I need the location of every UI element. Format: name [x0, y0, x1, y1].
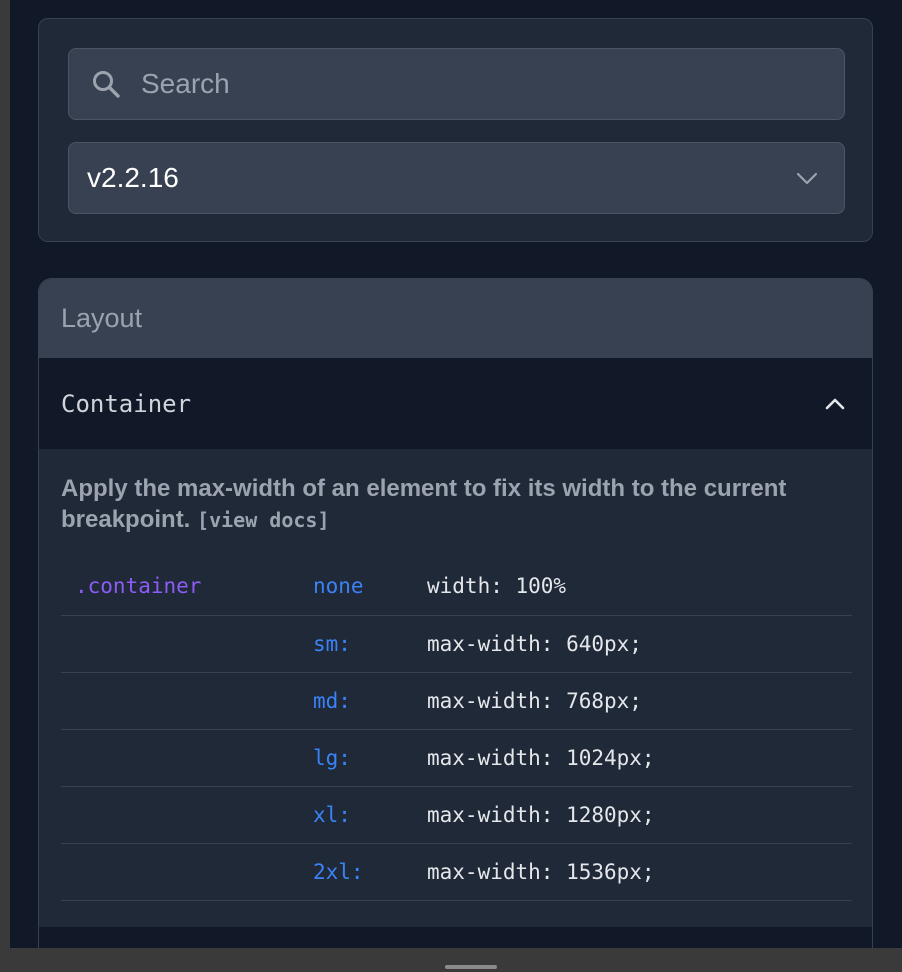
version-select[interactable]: v2.2.16 — [68, 142, 845, 214]
class-name-cell — [61, 786, 313, 843]
container-accordion-toggle[interactable]: Container — [39, 358, 872, 449]
search-box[interactable] — [68, 48, 845, 120]
description-text: Apply the max-width of an element to fix… — [61, 475, 787, 533]
chevron-up-icon — [822, 391, 848, 417]
breakpoint-cell: xl: — [313, 802, 351, 827]
class-name-cell — [61, 615, 313, 672]
table-row: lg: max-width: 1024px; — [61, 729, 852, 786]
section-header: Layout — [39, 279, 872, 358]
table-row: 2xl: max-width: 1536px; — [61, 843, 852, 900]
breakpoint-cell: none — [313, 574, 364, 599]
search-input[interactable] — [139, 67, 823, 101]
next-accordion-header[interactable] — [39, 927, 872, 948]
property-cell: max-width: 1024px; — [427, 745, 655, 770]
table-row: xl: max-width: 1280px; — [61, 786, 852, 843]
class-name-cell — [61, 672, 313, 729]
section-title: Layout — [61, 303, 143, 333]
cheatsheet-page: v2.2.16 Layout Container Apply the max-w… — [10, 0, 902, 948]
search-icon — [91, 69, 121, 99]
breakpoint-cell: md: — [313, 688, 351, 713]
class-table: .container none width: 100% sm: max-widt… — [61, 558, 852, 901]
home-indicator[interactable] — [445, 965, 497, 969]
table-row: sm: max-width: 640px; — [61, 615, 852, 672]
version-value: v2.2.16 — [87, 162, 179, 193]
breakpoint-cell: sm: — [313, 631, 351, 656]
layout-section: Layout Container Apply the max-width of … — [38, 278, 873, 948]
table-row: md: max-width: 768px; — [61, 672, 852, 729]
property-cell: max-width: 640px; — [427, 631, 642, 656]
breakpoint-cell: 2xl: — [313, 859, 364, 884]
bottom-bar — [10, 948, 902, 972]
property-cell: width: 100% — [427, 574, 567, 599]
accordion-body: Apply the max-width of an element to fix… — [39, 449, 872, 901]
container-description: Apply the max-width of an element to fix… — [61, 473, 851, 536]
class-name-cell — [61, 843, 313, 900]
breakpoint-cell: lg: — [313, 745, 351, 770]
window-edge — [0, 0, 10, 972]
property-cell: max-width: 1536px; — [427, 859, 655, 884]
class-name-cell[interactable]: .container — [61, 558, 313, 615]
table-row: .container none width: 100% — [61, 558, 852, 615]
chevron-down-icon — [794, 165, 820, 191]
class-name-cell — [61, 729, 313, 786]
property-cell: max-width: 768px; — [427, 688, 642, 713]
accordion-title: Container — [61, 389, 192, 418]
view-docs-link[interactable]: [view docs] — [197, 508, 329, 532]
property-cell: max-width: 1280px; — [427, 802, 655, 827]
search-panel: v2.2.16 — [38, 18, 873, 242]
